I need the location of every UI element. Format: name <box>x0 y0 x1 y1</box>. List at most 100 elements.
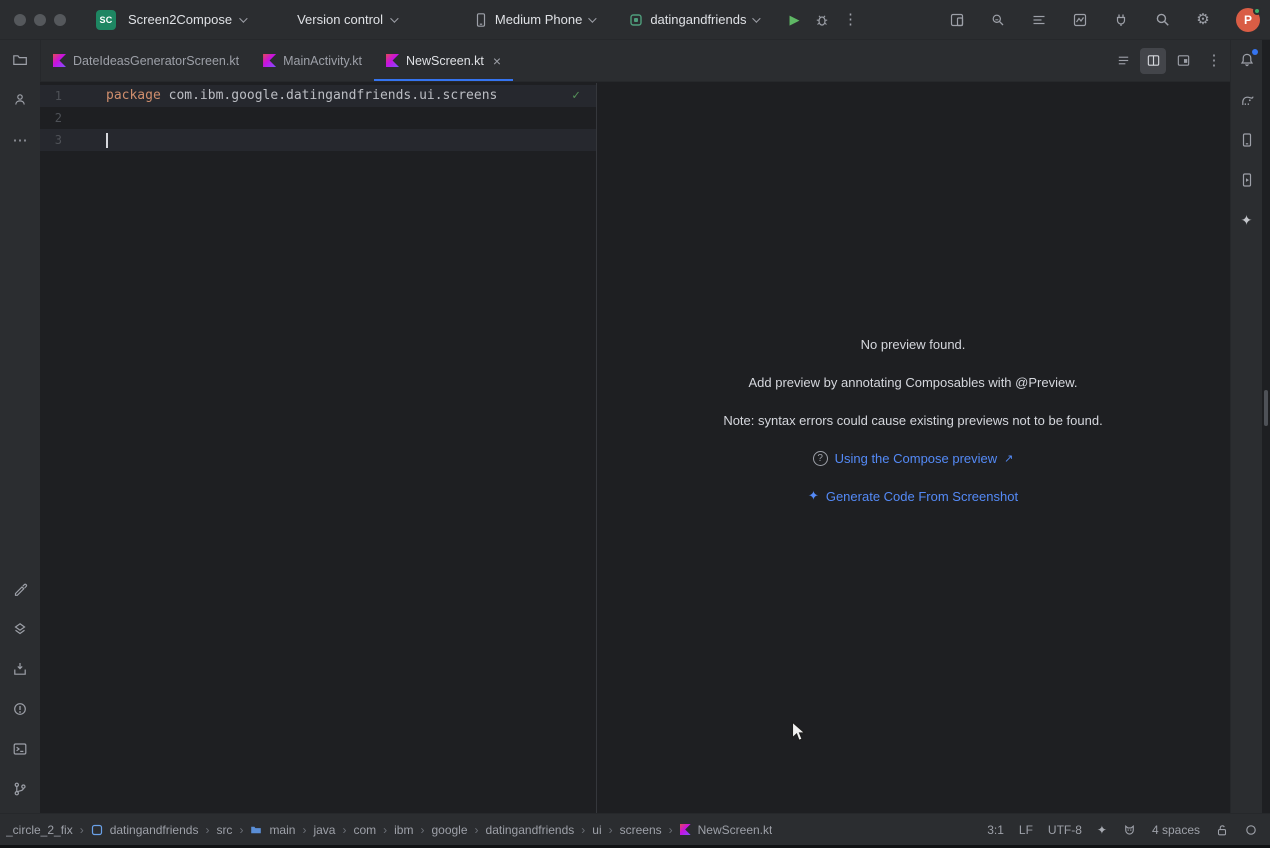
chevron-separator-icon: › <box>669 823 673 837</box>
breadcrumb-item[interactable]: com <box>353 823 376 837</box>
device-selector[interactable]: Medium Phone <box>467 8 600 32</box>
breadcrumb-item[interactable]: java <box>313 823 335 837</box>
generate-code-link[interactable]: Generate Code From Screenshot <box>826 489 1018 504</box>
gemini-tool-button[interactable]: ✦ <box>1233 206 1261 234</box>
plugin-button[interactable] <box>1107 6 1135 34</box>
project-tool-button[interactable] <box>6 46 34 74</box>
editor-options-button[interactable]: ⋮ <box>1200 47 1228 75</box>
module-icon <box>91 824 103 836</box>
breadcrumb-item[interactable]: ibm <box>394 823 413 837</box>
left-stripe-bottom <box>6 575 34 807</box>
structure-tool-button[interactable] <box>6 86 34 114</box>
line-number[interactable]: 2 <box>40 107 62 129</box>
version-control-tool-button[interactable] <box>6 775 34 803</box>
scrollbar-track[interactable] <box>1262 40 1270 813</box>
indent-widget[interactable]: 4 spaces <box>1152 823 1200 837</box>
breadcrumb: _circle_2_fix › datingandfriends › src ›… <box>6 823 772 837</box>
code-view-icon <box>1116 53 1131 68</box>
debug-button[interactable] <box>808 6 836 34</box>
line-separator-widget[interactable]: LF <box>1019 823 1033 837</box>
caret-position-widget[interactable]: 3:1 <box>987 823 1004 837</box>
running-devices-tool-button[interactable] <box>1233 166 1261 194</box>
kotlin-file-icon <box>53 54 66 67</box>
project-menu[interactable]: Screen2Compose <box>120 8 253 31</box>
code-line-1[interactable]: 1 package com.ibm.google.datingandfriend… <box>40 85 596 107</box>
chevron-separator-icon: › <box>609 823 613 837</box>
breadcrumb-item[interactable]: NewScreen.kt <box>698 823 773 837</box>
plugin-icon <box>1113 12 1129 28</box>
terminal-tool-button[interactable] <box>6 735 34 763</box>
unlock-icon[interactable] <box>1215 823 1229 837</box>
code-line-3[interactable]: 3 <box>40 129 596 151</box>
code-editor[interactable]: 1 package com.ibm.google.datingandfriend… <box>40 83 596 813</box>
zoom-window-button[interactable] <box>54 14 66 26</box>
scrollbar-thumb[interactable] <box>1264 390 1268 426</box>
design-view-button[interactable] <box>1170 48 1196 74</box>
minimize-window-button[interactable] <box>34 14 46 26</box>
breadcrumb-item[interactable]: main <box>269 823 295 837</box>
chevron-separator-icon: › <box>383 823 387 837</box>
chevron-separator-icon: › <box>581 823 585 837</box>
inspections-widget-icon[interactable] <box>1244 823 1258 837</box>
tab-mainactivity[interactable]: MainActivity.kt <box>251 40 374 81</box>
tab-dateideasgeneratorscreen[interactable]: DateIdeasGeneratorScreen.kt <box>41 40 251 81</box>
logcat-button[interactable] <box>1025 6 1053 34</box>
device-frame-button[interactable] <box>943 6 971 34</box>
logcat-icon <box>1031 12 1047 28</box>
line-number[interactable]: 3 <box>40 129 62 151</box>
run-button[interactable]: ▶ <box>780 6 808 34</box>
breadcrumb-item[interactable]: google <box>431 823 467 837</box>
tab-newscreen[interactable]: NewScreen.kt × <box>374 40 513 81</box>
search-everywhere-button[interactable] <box>1148 6 1176 34</box>
resource-manager-tool-button[interactable] <box>6 575 34 603</box>
ai-sparkle-icon[interactable]: ✦ <box>1097 823 1107 837</box>
split-view-button[interactable] <box>1140 48 1166 74</box>
generate-code-row: ✦ Generate Code From Screenshot <box>597 488 1229 504</box>
search-icon <box>1154 11 1171 28</box>
kebab-menu-icon: ⋮ <box>1207 53 1222 68</box>
breadcrumb-item[interactable]: src <box>216 823 232 837</box>
device-manager-tool-button[interactable] <box>1233 126 1261 154</box>
more-horizontal-icon: ⋯ <box>13 133 28 148</box>
more-run-options-button[interactable]: ⋮ <box>836 6 864 34</box>
more-tool-windows-button[interactable]: ⋯ <box>6 126 34 154</box>
kotlin-file-icon <box>680 824 691 835</box>
breadcrumb-item[interactable]: screens <box>620 823 662 837</box>
app-module-icon <box>628 12 644 28</box>
run-configuration-selector[interactable]: datingandfriends <box>622 8 764 32</box>
code-line-2[interactable]: 2 <box>40 107 596 129</box>
problems-tool-button[interactable] <box>6 695 34 723</box>
app-quality-insights-tool-button[interactable] <box>6 655 34 683</box>
compose-preview-pane: No preview found. Add preview by annotat… <box>596 83 1229 813</box>
kotlin-file-icon <box>386 54 399 67</box>
breadcrumb-item[interactable]: datingandfriends <box>486 823 575 837</box>
inspection-ok-icon[interactable]: ✓ <box>572 85 580 107</box>
notifications-tool-button[interactable] <box>1233 46 1261 74</box>
kodee-icon[interactable] <box>1122 822 1137 837</box>
close-tab-icon[interactable]: × <box>493 54 501 68</box>
build-variants-tool-button[interactable] <box>6 615 34 643</box>
version-control-menu[interactable]: Version control <box>289 8 404 31</box>
help-icon: ? <box>813 451 828 466</box>
find-button[interactable] <box>984 6 1012 34</box>
code-view-button[interactable] <box>1110 48 1136 74</box>
profiler-button[interactable] <box>1066 6 1094 34</box>
compose-preview-doc-link[interactable]: Using the Compose preview <box>835 451 998 466</box>
line-number[interactable]: 1 <box>40 85 62 107</box>
breadcrumb-item[interactable]: _circle_2_fix <box>6 823 73 837</box>
breadcrumb-item[interactable]: datingandfriends <box>110 823 199 837</box>
text-caret <box>106 133 108 148</box>
android-studio-window: SC Screen2Compose Version control Medium… <box>0 0 1270 848</box>
encoding-widget[interactable]: UTF-8 <box>1048 823 1082 837</box>
window-controls <box>0 14 72 26</box>
chevron-down-icon <box>390 14 398 22</box>
chevron-separator-icon: › <box>420 823 424 837</box>
close-window-button[interactable] <box>14 14 26 26</box>
profile-avatar[interactable]: P <box>1236 8 1260 32</box>
settings-button[interactable]: ⚙ <box>1189 6 1217 34</box>
profiler-icon <box>1072 12 1088 28</box>
gradle-tool-button[interactable] <box>1233 86 1261 114</box>
breadcrumb-item[interactable]: ui <box>592 823 601 837</box>
find-icon <box>990 12 1006 28</box>
chevron-separator-icon: › <box>205 823 209 837</box>
